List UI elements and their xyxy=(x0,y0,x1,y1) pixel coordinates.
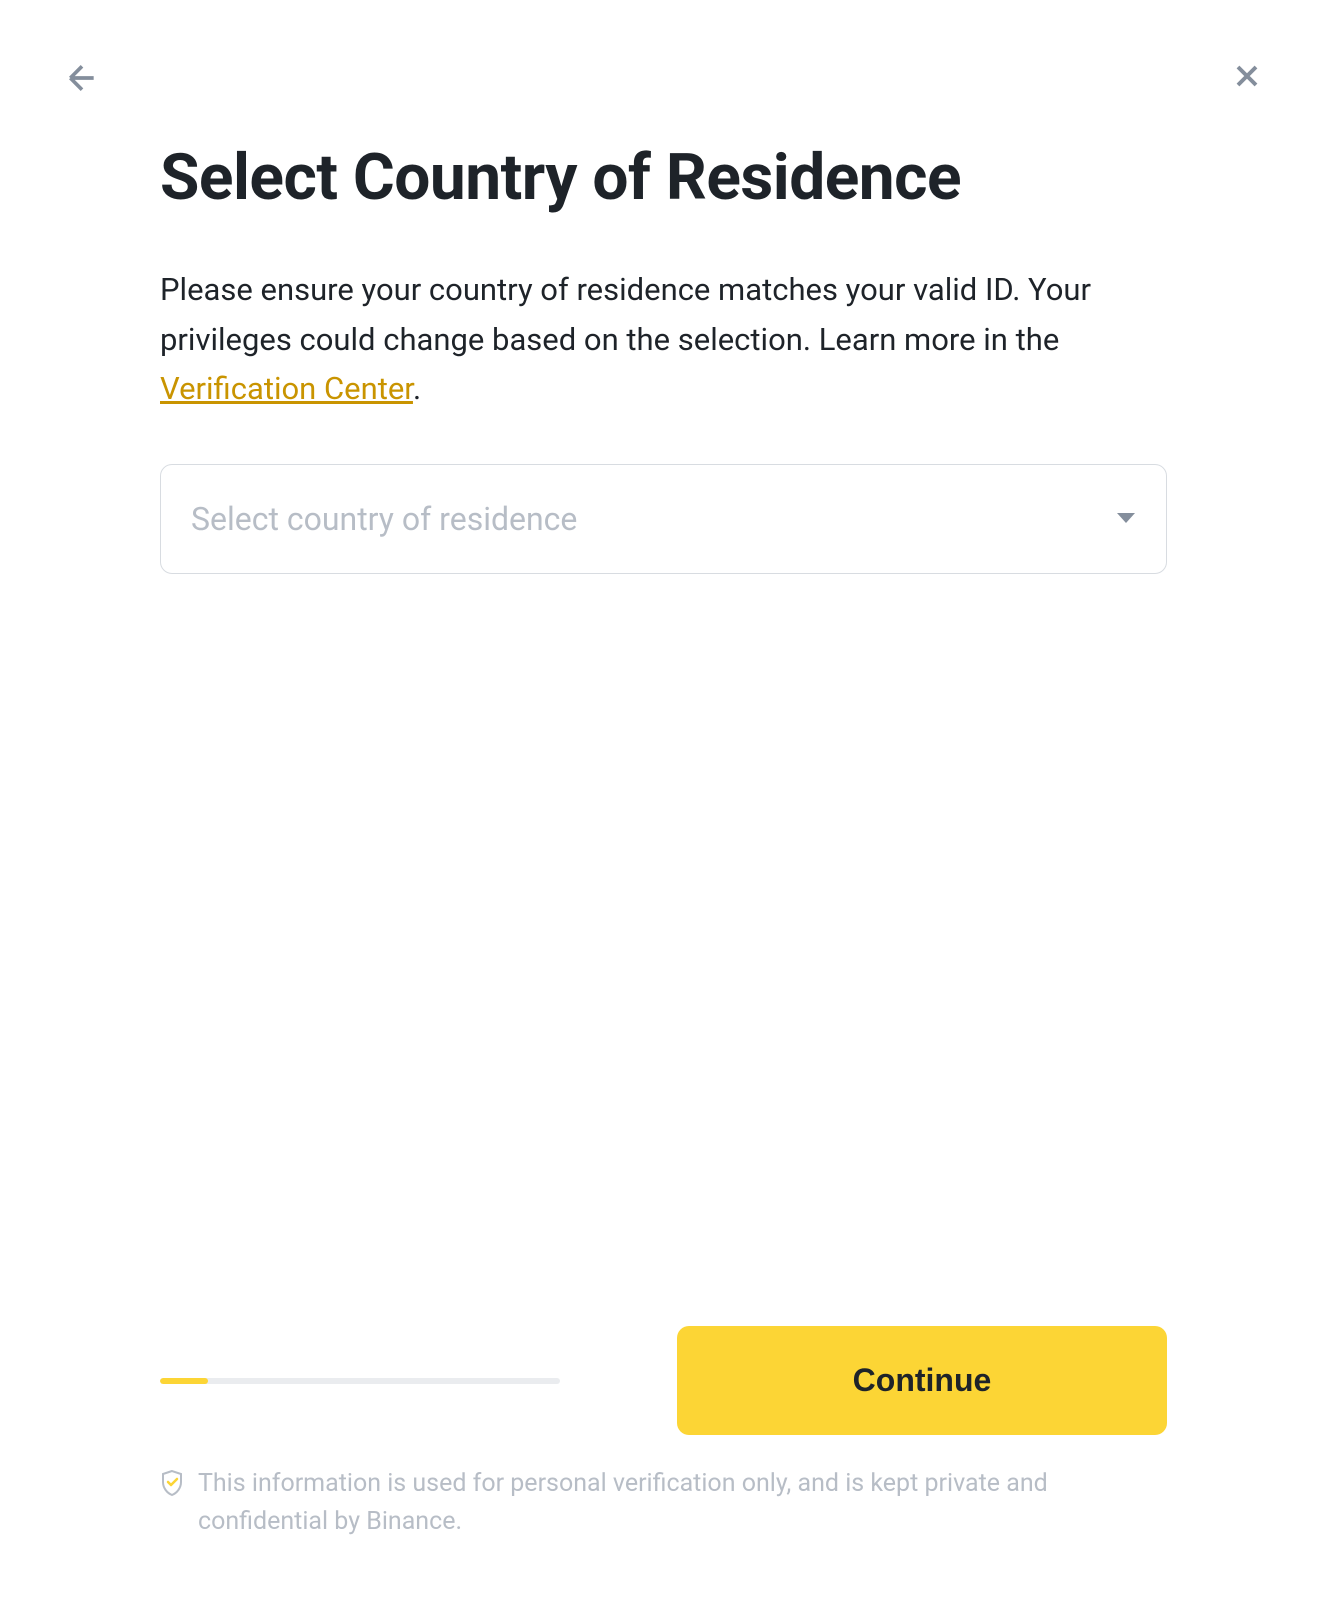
verification-center-link[interactable]: Verification Center xyxy=(160,370,413,407)
country-select[interactable]: Select country of residence xyxy=(160,464,1167,574)
modal-container: Select Country of Residence Please ensur… xyxy=(0,0,1327,1600)
progress-bar xyxy=(160,1378,560,1384)
close-button[interactable] xyxy=(1229,58,1265,94)
caret-down-icon xyxy=(1116,512,1136,526)
progress-fill xyxy=(160,1378,208,1384)
privacy-text: This information is used for personal ve… xyxy=(198,1465,1167,1540)
page-title: Select Country of Residence xyxy=(160,140,1167,215)
shield-check-icon xyxy=(160,1469,184,1501)
back-button[interactable] xyxy=(62,58,102,98)
arrow-left-icon xyxy=(62,58,102,98)
description-after: . xyxy=(413,370,421,407)
select-placeholder: Select country of residence xyxy=(191,500,1116,538)
description-before: Please ensure your country of residence … xyxy=(160,271,1091,358)
description-text: Please ensure your country of residence … xyxy=(160,265,1167,414)
content-area: Select Country of Residence Please ensur… xyxy=(160,140,1167,1540)
close-icon xyxy=(1229,58,1265,94)
privacy-note: This information is used for personal ve… xyxy=(160,1465,1167,1540)
footer-row: Continue xyxy=(160,1326,1167,1435)
spacer xyxy=(160,574,1167,1326)
continue-button[interactable]: Continue xyxy=(677,1326,1167,1435)
